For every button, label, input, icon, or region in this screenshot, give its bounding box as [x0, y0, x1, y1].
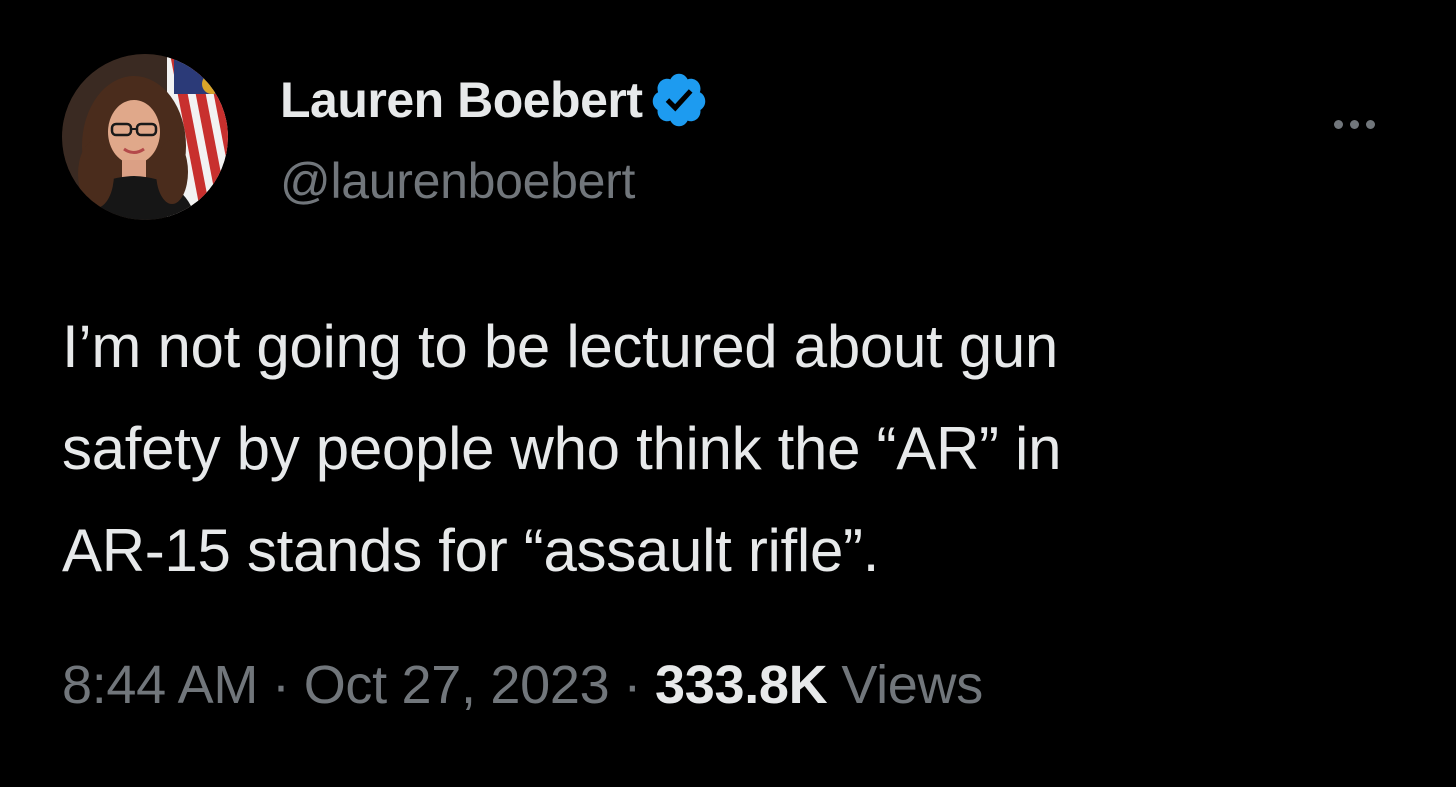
- more-options-icon-dot: [1365, 119, 1375, 129]
- more-options-icon-dot: [1349, 119, 1359, 129]
- author-display-name[interactable]: Lauren Boebert: [280, 71, 643, 129]
- meta-separator: ·: [272, 655, 290, 715]
- tweet-text: I’m not going to be lectured about gun s…: [62, 296, 1392, 602]
- verified-badge-icon[interactable]: [649, 70, 709, 130]
- more-options-button[interactable]: [1318, 106, 1390, 142]
- tweet-text-line: AR-15 stands for “assault rifle”.: [62, 517, 880, 584]
- tweet-card: Lauren Boebert @laurenboebert I’m not go…: [0, 0, 1456, 787]
- more-options-icon: [1333, 119, 1343, 129]
- avatar[interactable]: [62, 54, 228, 220]
- tweet-text-line: safety by people who think the “AR” in: [62, 415, 1062, 482]
- meta-separator: ·: [623, 655, 642, 715]
- views-count[interactable]: 333.8K: [655, 654, 828, 716]
- author-name-row: Lauren Boebert: [280, 70, 709, 130]
- views-label: Views: [841, 655, 983, 715]
- avatar-image: [62, 54, 228, 220]
- tweet-text-line: I’m not going to be lectured about gun: [62, 313, 1058, 380]
- author-handle[interactable]: @laurenboebert: [280, 152, 635, 210]
- tweet-time[interactable]: 8:44 AM: [62, 654, 258, 716]
- tweet-meta: 8:44 AM · Oct 27, 2023 · 333.8K Views: [62, 650, 983, 720]
- tweet-date[interactable]: Oct 27, 2023: [304, 654, 610, 716]
